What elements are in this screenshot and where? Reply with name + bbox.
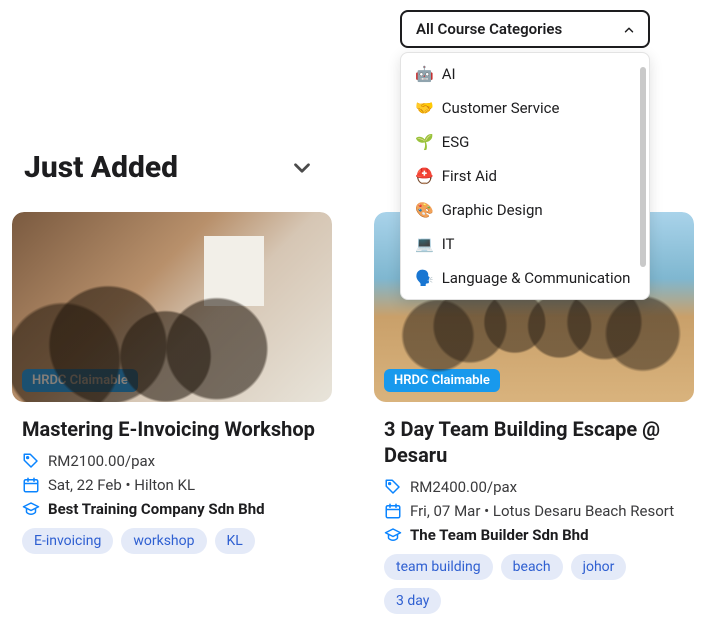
category-option-label: ESG xyxy=(442,133,470,151)
price-tag-icon xyxy=(22,452,40,470)
price-tag-icon xyxy=(384,478,402,496)
category-option-ai[interactable]: 🤖 AI xyxy=(401,57,649,91)
category-option-label: First Aid xyxy=(442,167,497,185)
category-select-label: All Course Categories xyxy=(416,20,562,38)
course-tag[interactable]: KL xyxy=(215,528,255,554)
course-provider: Best Training Company Sdn Bhd xyxy=(48,500,265,518)
tag-list: team building beach johor 3 day xyxy=(384,554,684,614)
course-date-location: Fri, 07 Mar • Lotus Desaru Beach Resort xyxy=(410,502,674,520)
category-option-label: IT xyxy=(442,235,455,253)
provider-row: Best Training Company Sdn Bhd xyxy=(22,500,322,518)
course-price: RM2100.00/pax xyxy=(48,452,155,470)
category-filter: All Course Categories 🤖 AI 🤝 Customer Se… xyxy=(400,10,650,48)
course-tag[interactable]: johor xyxy=(571,554,627,580)
price-row: RM2100.00/pax xyxy=(22,452,322,470)
emoji-icon: 🤖 xyxy=(415,65,434,83)
course-tag[interactable]: team building xyxy=(384,554,493,580)
date-location-row: Sat, 22 Feb • Hilton KL xyxy=(22,476,322,494)
category-option-label: Graphic Design xyxy=(442,201,543,219)
section-header: Just Added xyxy=(24,150,316,185)
hrdc-badge: HRDC Claimable xyxy=(384,369,500,392)
category-option-label: Language & Communication xyxy=(442,269,631,287)
course-tag[interactable]: 3 day xyxy=(384,588,441,614)
calendar-icon xyxy=(22,476,40,494)
course-card[interactable]: HRDC Claimable Mastering E-Invoicing Wor… xyxy=(12,212,332,624)
price-row: RM2400.00/pax xyxy=(384,478,684,496)
course-tag[interactable]: workshop xyxy=(121,528,206,554)
course-price: RM2400.00/pax xyxy=(410,478,517,496)
course-image: HRDC Claimable xyxy=(12,212,332,402)
chevron-up-icon xyxy=(622,23,634,35)
education-cap-icon xyxy=(22,500,40,518)
category-dropdown: 🤖 AI 🤝 Customer Service 🌱 ESG ⛑️ First A… xyxy=(400,52,650,300)
course-tag[interactable]: E-invoicing xyxy=(22,528,113,554)
education-cap-icon xyxy=(384,526,402,544)
category-option-language[interactable]: 🗣️ Language & Communication xyxy=(401,261,649,295)
category-option-label: AI xyxy=(442,65,456,83)
emoji-icon: 🌱 xyxy=(415,133,434,151)
emoji-icon: ⛑️ xyxy=(415,167,434,185)
category-option-graphic-design[interactable]: 🎨 Graphic Design xyxy=(401,193,649,227)
emoji-icon: 🎨 xyxy=(415,201,434,219)
category-option-it[interactable]: 💻 IT xyxy=(401,227,649,261)
hrdc-badge: HRDC Claimable xyxy=(22,369,138,392)
date-location-row: Fri, 07 Mar • Lotus Desaru Beach Resort xyxy=(384,502,684,520)
provider-row: The Team Builder Sdn Bhd xyxy=(384,526,684,544)
calendar-icon xyxy=(384,502,402,520)
course-provider: The Team Builder Sdn Bhd xyxy=(410,526,589,544)
dropdown-scrollbar[interactable] xyxy=(640,67,646,267)
course-title: Mastering E-Invoicing Workshop xyxy=(22,416,322,442)
category-option-esg[interactable]: 🌱 ESG xyxy=(401,125,649,159)
chevron-down-icon[interactable] xyxy=(288,154,316,182)
course-tag[interactable]: beach xyxy=(501,554,563,580)
emoji-icon: 🤝 xyxy=(415,99,434,117)
category-select-trigger[interactable]: All Course Categories xyxy=(400,10,650,48)
course-date-location: Sat, 22 Feb • Hilton KL xyxy=(48,476,195,494)
emoji-icon: 💻 xyxy=(415,235,434,253)
category-option-first-aid[interactable]: ⛑️ First Aid xyxy=(401,159,649,193)
emoji-icon: 🗣️ xyxy=(415,269,434,287)
category-option-label: Customer Service xyxy=(442,99,560,117)
tag-list: E-invoicing workshop KL xyxy=(22,528,322,554)
category-option-customer-service[interactable]: 🤝 Customer Service xyxy=(401,91,649,125)
section-title: Just Added xyxy=(24,150,178,185)
course-title: 3 Day Team Building Escape @ Desaru xyxy=(384,416,684,468)
